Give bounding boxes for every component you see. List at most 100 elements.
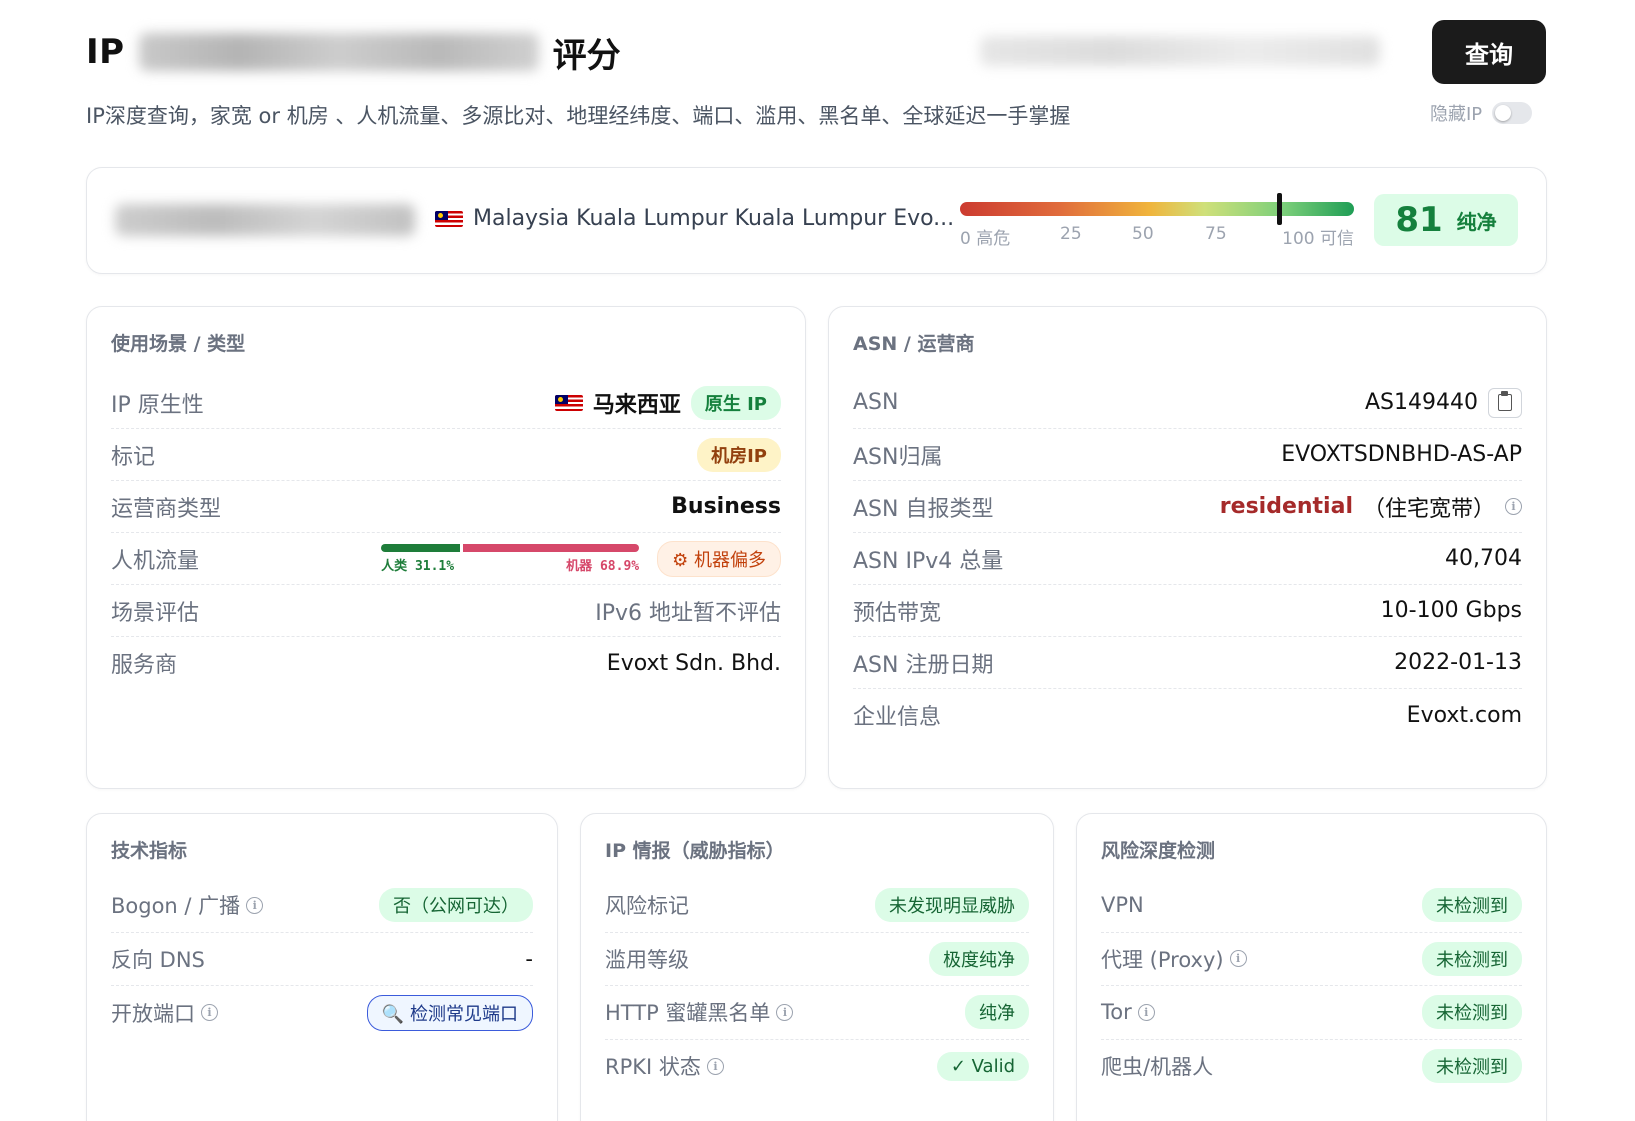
- bot-row: 爬虫/机器人 未检测到: [1101, 1040, 1522, 1094]
- traffic-bot-label: 机器 68.9%: [566, 558, 640, 574]
- score-meter-needle: [1277, 193, 1283, 225]
- row-label: 企业信息: [853, 705, 942, 730]
- row-value: 10-100 Gbps: [1380, 598, 1522, 623]
- traffic-row: 人机流量 人类 31.1% 机器 68.9% ⚙ 机器偏多: [111, 533, 781, 585]
- row-label: 标记: [111, 444, 156, 470]
- hide-ip-label: 隐藏IP: [1430, 104, 1483, 125]
- malaysia-flag-icon: [435, 210, 463, 227]
- company-row: 企业信息 Evoxt.com: [853, 689, 1522, 741]
- row-label: 风险标记: [605, 894, 689, 919]
- vpn-row: VPN 未检测到: [1101, 879, 1522, 933]
- copy-asn-button[interactable]: [1488, 387, 1522, 418]
- info-icon[interactable]: i: [201, 1004, 218, 1022]
- query-button[interactable]: 查询: [1432, 20, 1546, 84]
- card-title: IP 情报（威胁指标）: [605, 840, 785, 862]
- row-label: 开放端口 i: [111, 998, 218, 1028]
- asn-ipv4-row: ASN IPv4 总量 40,704: [853, 533, 1522, 585]
- row-label: 反向 DNS: [111, 947, 205, 972]
- abuse-badge: 极度纯净: [929, 941, 1029, 976]
- honeypot-row: HTTP 蜜罐黑名单 i 纯净: [605, 986, 1029, 1040]
- title-prefix: IP: [86, 32, 125, 72]
- row-label: 运营商类型: [111, 496, 222, 522]
- score-badge: 81 纯净: [1374, 194, 1518, 246]
- row-label: 预估带宽: [853, 600, 942, 626]
- provider-row: 服务商 Evoxt Sdn. Bhd.: [111, 637, 781, 689]
- vpn-badge: 未检测到: [1422, 888, 1522, 923]
- traffic-human-label: 人类 31.1%: [381, 558, 455, 574]
- tor-row: Tor i 未检测到: [1101, 986, 1522, 1040]
- robot-icon: ⚙: [672, 549, 689, 571]
- bandwidth-row: 预估带宽 10-100 Gbps: [853, 585, 1522, 637]
- traffic-badge: ⚙ 机器偏多: [657, 540, 781, 577]
- traffic-value: 人类 31.1% 机器 68.9% ⚙ 机器偏多: [381, 540, 781, 577]
- row-label: ASN归属: [853, 444, 943, 470]
- score-number: 81: [1395, 200, 1443, 240]
- native-badge: 原生 IP: [690, 385, 781, 420]
- info-icon[interactable]: i: [776, 1003, 794, 1021]
- card-title: 使用场景 / 类型: [111, 333, 246, 355]
- row-value: 40,704: [1445, 546, 1522, 571]
- redacted-ip: [138, 33, 539, 71]
- meter-tick: 50: [1132, 224, 1154, 244]
- row-label: ASN IPv4 总量: [853, 548, 1004, 574]
- row-label: 场景评估: [111, 600, 200, 626]
- row-label: 人机流量: [111, 548, 200, 574]
- scan-ports-button[interactable]: 🔍 检测常见端口: [366, 994, 533, 1031]
- row-label: 代理 (Proxy) i: [1101, 944, 1247, 974]
- meter-tick: 25: [1060, 224, 1082, 244]
- traffic-bar-bot: [463, 543, 640, 552]
- info-icon[interactable]: i: [246, 896, 264, 914]
- row-label: IP 原生性: [111, 392, 204, 418]
- native-row: IP 原生性 马来西亚 原生 IP: [111, 377, 781, 429]
- usage-card: 使用场景 / 类型 IP 原生性 马来西亚 原生 IP 标记 机房IP 运营商类…: [86, 306, 806, 789]
- row-value: Evoxt Sdn. Bhd.: [606, 650, 781, 676]
- row-value: EVOXTSDNBHD-AS-AP: [1281, 442, 1522, 467]
- isp-type-row: 运营商类型 Business: [111, 481, 781, 533]
- risk-mark-row: 风险标记 未发现明显威胁: [605, 879, 1029, 933]
- row-value: AS149440: [1365, 387, 1522, 418]
- abuse-row: 滥用等级 极度纯净: [605, 933, 1029, 986]
- info-icon[interactable]: i: [1229, 950, 1247, 968]
- ports-row: 开放端口 i 🔍 检测常见端口: [111, 986, 533, 1040]
- risk-badge: 未发现明显威胁: [875, 888, 1029, 923]
- asn-number: AS149440: [1365, 390, 1478, 415]
- redacted-ip-summary: [115, 204, 415, 236]
- meter-tick: 75: [1205, 224, 1227, 244]
- row-label: 爬虫/机器人: [1101, 1055, 1214, 1080]
- traffic-bar: 人类 31.1% 机器 68.9%: [381, 543, 640, 574]
- asn-owner-row: ASN归属 EVOXTSDNBHD-AS-AP: [853, 429, 1522, 481]
- row-value: 2022-01-13: [1394, 650, 1522, 675]
- clipboard-icon: [1498, 391, 1512, 411]
- meter-tick: 0 高危: [960, 229, 1011, 249]
- scene-row: 场景评估 IPv6 地址暂不评估: [111, 585, 781, 637]
- hide-ip-toggle[interactable]: [1492, 102, 1533, 124]
- row-value: -: [525, 946, 533, 971]
- asn-card: ASN / 运营商 ASN AS149440 ASN归属 EVOXTSDNBHD…: [828, 306, 1547, 789]
- info-icon[interactable]: i: [1137, 1003, 1155, 1021]
- traffic-bar-human: [381, 543, 461, 552]
- honeypot-badge: 纯净: [965, 995, 1029, 1030]
- page-subtitle: IP深度查询，家宽 or 机房 、人机流量、多源比对、地理经纬度、端口、滥用、黑…: [86, 104, 1071, 128]
- card-title: 风险深度检测: [1101, 840, 1216, 862]
- bot-badge: 未检测到: [1422, 1049, 1522, 1084]
- asn-reg-row: ASN 注册日期 2022-01-13: [853, 637, 1522, 689]
- self-type-note: （住宅宽带）: [1362, 496, 1495, 522]
- asn-self-type-row: ASN 自报类型 residential （住宅宽带） i: [853, 481, 1522, 533]
- row-value: 马来西亚 原生 IP: [554, 385, 781, 420]
- tor-badge: 未检测到: [1422, 995, 1522, 1030]
- row-value: residential （住宅宽带） i: [1220, 491, 1522, 523]
- bogon-row: Bogon / 广播 i 否（公网可达）: [111, 879, 533, 933]
- intel-card: IP 情报（威胁指标） 风险标记 未发现明显威胁 滥用等级 极度纯净 HTTP …: [580, 813, 1054, 1121]
- tech-card: 技术指标 Bogon / 广播 i 否（公网可达） 反向 DNS - 开放端口 i …: [86, 813, 558, 1121]
- row-label: Bogon / 广播 i: [111, 890, 264, 920]
- location: Malaysia Kuala Lumpur Kuala Lumpur Evo..…: [435, 206, 954, 231]
- mark-row: 标记 机房IP: [111, 429, 781, 481]
- risk-card: 风险深度检测 VPN 未检测到 代理 (Proxy) i 未检测到 Tor i 未检…: [1076, 813, 1547, 1121]
- row-label: VPN: [1101, 893, 1144, 918]
- score-summary: Malaysia Kuala Lumpur Kuala Lumpur Evo..…: [86, 167, 1547, 274]
- row-value: IPv6 地址暂不评估: [595, 600, 781, 626]
- info-icon[interactable]: i: [1505, 498, 1522, 515]
- row-label: ASN 注册日期: [853, 652, 994, 678]
- query-input[interactable]: [980, 36, 1380, 66]
- info-icon[interactable]: i: [706, 1057, 724, 1075]
